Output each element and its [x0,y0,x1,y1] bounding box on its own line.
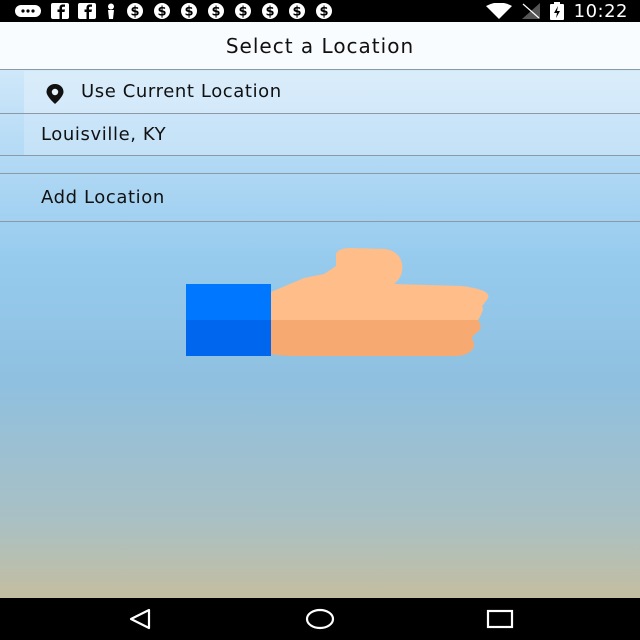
facebook-icon [51,3,69,19]
notification-icons: $ $ $ $ $ $ $ $ [14,2,333,20]
dollar-icon: $ [181,3,197,20]
page-title: Select a Location [225,34,415,58]
dollar-icon: $ [289,3,305,20]
battery-charging-icon [549,2,564,20]
svg-text:$: $ [130,5,139,20]
app-header: Select a Location [0,22,640,70]
thumbs-up-icon [186,248,489,356]
system-icons: 10:22 [485,0,628,22]
saved-location-item[interactable]: Louisville, KY [0,114,640,156]
svg-text:$: $ [184,5,193,20]
back-icon [129,608,151,630]
svg-text:$: $ [238,5,247,20]
signal-icon [521,3,540,19]
nav-recents-button[interactable] [485,606,515,632]
nav-home-button[interactable] [305,606,335,632]
facebook-icon [78,3,96,19]
dollar-icon: $ [316,3,332,20]
dollar-icon: $ [235,3,251,20]
svg-text:$: $ [265,5,274,20]
navigation-bar [0,598,640,640]
status-clock: 10:22 [573,0,628,22]
status-bar: $ $ $ $ $ $ $ $ 10:22 [0,0,640,22]
svg-text:$: $ [319,5,328,20]
add-location-row[interactable]: Add Location [0,174,640,222]
use-current-location-label: Use Current Location [81,81,282,102]
message-icon [15,5,41,17]
nav-back-button[interactable] [125,606,155,632]
svg-text:$: $ [292,5,301,20]
app-screen: $ $ $ $ $ $ $ $ 10:22 Select a Location … [0,0,640,640]
recents-icon [486,609,514,629]
dollar-icon: $ [154,3,170,20]
saved-location-label: Louisville, KY [41,124,167,145]
dollar-icon: $ [208,3,224,20]
add-location-label: Add Location [41,187,165,208]
home-icon [305,608,335,630]
use-current-location-row[interactable]: Use Current Location [0,71,640,114]
person-icon [108,3,114,19]
location-pin-icon [46,84,64,104]
svg-text:$: $ [211,5,220,20]
svg-text:$: $ [157,5,166,20]
dollar-icon: $ [262,3,278,20]
dollar-icon: $ [127,3,143,20]
wifi-icon [485,3,512,19]
